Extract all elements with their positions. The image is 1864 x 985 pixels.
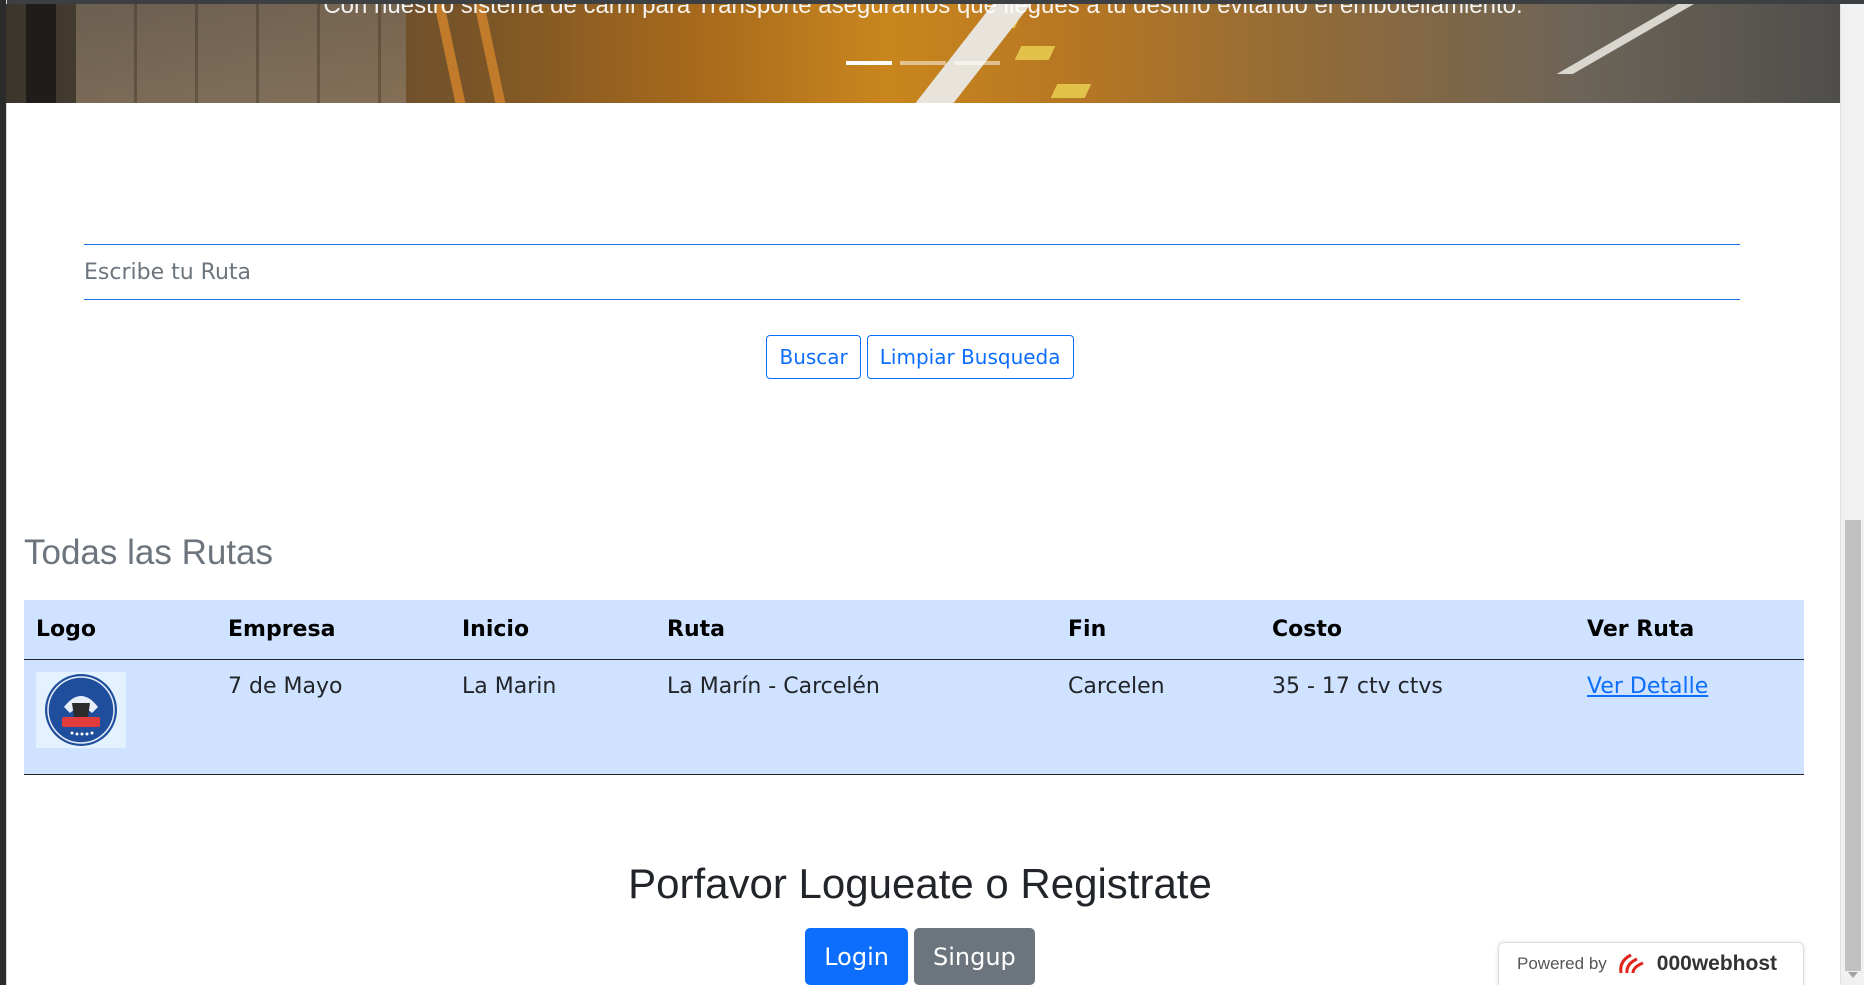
cell-empresa: 7 de Mayo [216, 659, 450, 775]
search-field-wrapper [84, 244, 1740, 300]
column-header-ruta: Ruta [655, 600, 1056, 660]
column-header-logo: Logo [24, 600, 216, 660]
column-header-ver-ruta: Ver Ruta [1575, 600, 1804, 660]
table-header-row: Logo Empresa Inicio Ruta Fin Costo Ver R… [24, 600, 1804, 660]
search-buttons: Buscar Limpiar Busqueda [0, 335, 1840, 379]
hero-carousel: Con nuestro sistema de carril para Trans… [6, 4, 1840, 103]
limpiar-busqueda-button[interactable]: Limpiar Busqueda [866, 335, 1074, 379]
routes-section-title: Todas las Rutas [24, 533, 274, 572]
login-prompt-heading: Porfavor Logueate o Registrate [628, 860, 1212, 907]
hero-caption: Con nuestro sistema de carril para Trans… [323, 4, 1523, 19]
signup-button[interactable]: Singup [913, 928, 1035, 985]
login-button[interactable]: Login [805, 928, 908, 985]
hero-lane-dash [1050, 84, 1092, 98]
buscar-button[interactable]: Buscar [766, 335, 861, 379]
column-header-costo: Costo [1260, 600, 1575, 660]
column-header-fin: Fin [1056, 600, 1260, 660]
cell-ver-ruta: Ver Detalle [1575, 659, 1804, 775]
vertical-scrollbar[interactable] [1840, 4, 1864, 985]
scroll-down-arrow-icon[interactable] [1848, 972, 1858, 978]
search-input[interactable] [84, 245, 1740, 299]
cell-inicio: La Marin [450, 659, 655, 775]
page-left-border [0, 0, 7, 985]
carousel-indicator-2[interactable] [900, 61, 946, 65]
company-logo-icon [45, 674, 117, 746]
hero-lane-dash [1014, 46, 1056, 60]
scrollbar-thumb[interactable] [1845, 520, 1861, 971]
carousel-indicators [6, 61, 1840, 65]
company-logo-image [36, 672, 126, 748]
carousel-indicator-3[interactable] [954, 61, 1000, 65]
cell-ruta: La Marín - Carcelén [655, 659, 1056, 775]
cell-costo: 35 - 17 ctv ctvs [1260, 659, 1575, 775]
cell-logo [24, 659, 216, 775]
powered-by-badge[interactable]: Powered by 000webhost [1498, 942, 1804, 985]
table-row: 7 de Mayo La Marin La Marín - Carcelén C… [24, 659, 1804, 775]
column-header-empresa: Empresa [216, 600, 450, 660]
webhost-logo-icon [1619, 953, 1644, 974]
ver-detalle-link[interactable]: Ver Detalle [1587, 674, 1708, 699]
webhost-brand-text: 000webhost [1656, 952, 1777, 975]
routes-table: Logo Empresa Inicio Ruta Fin Costo Ver R… [24, 600, 1804, 775]
column-header-inicio: Inicio [450, 600, 655, 660]
cell-fin: Carcelen [1056, 659, 1260, 775]
carousel-indicator-1[interactable] [846, 61, 892, 65]
powered-by-text: Powered by [1517, 954, 1607, 973]
